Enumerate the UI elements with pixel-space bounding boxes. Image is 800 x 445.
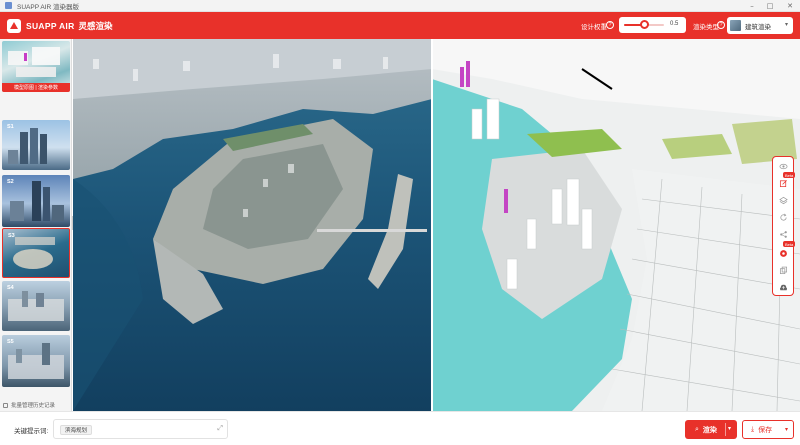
- thumbnail-s4[interactable]: S4: [2, 281, 70, 331]
- download-icon: ⤓: [751, 425, 755, 433]
- chevron-down-icon[interactable]: ▾: [728, 425, 731, 432]
- thumbnail-s5[interactable]: S5: [2, 335, 70, 387]
- thumbnail-s2[interactable]: S2: [2, 175, 70, 227]
- thumbnail-s1[interactable]: S1: [2, 120, 70, 170]
- share-icon[interactable]: [778, 229, 789, 240]
- history-sidebar: 模型原图 | 渲染参数 S1 S2 S3 S4 S5: [0, 39, 72, 411]
- model-thumbnail-art: [8, 47, 60, 77]
- thumbnail-number: S2: [7, 179, 14, 185]
- layers-icon[interactable]: [778, 195, 789, 206]
- render-style-value: 建筑渲染: [745, 23, 771, 31]
- checkbox-icon: [3, 402, 8, 408]
- brand-subtitle: 灵感渲染: [78, 20, 113, 31]
- save-button-label: 保存: [758, 426, 773, 434]
- design-weight-label: 设计权重: [581, 24, 607, 31]
- help-icon[interactable]: ?: [606, 21, 614, 29]
- maximize-icon[interactable]: □: [761, 0, 779, 12]
- slider-handle[interactable]: [639, 20, 649, 29]
- edit-icon[interactable]: [778, 178, 789, 189]
- app-icon: [5, 2, 12, 9]
- beta-badge: Beta: [783, 172, 796, 178]
- rendered-image: [73, 39, 432, 411]
- thumbnail-number: S4: [7, 285, 14, 291]
- model-image: [432, 39, 800, 411]
- batch-history-label: 批量管理历史记录: [11, 403, 56, 409]
- target-icon[interactable]: [778, 248, 789, 259]
- thumbnail-number: S5: [7, 339, 14, 345]
- batch-history-link[interactable]: 批量管理历史记录: [3, 401, 55, 409]
- render-style-select[interactable]: 建筑渲染 ▾: [727, 17, 793, 34]
- search-icon: ⌕: [695, 425, 699, 433]
- render-style-label: 渲染类型: [693, 24, 719, 31]
- thumbnail-s3[interactable]: S3: [2, 228, 70, 278]
- slider-value: 0.5: [670, 21, 679, 27]
- beta-badge: Beta: [783, 241, 796, 247]
- thumbnail-number: S3: [8, 233, 15, 239]
- upload-icon[interactable]: [778, 282, 789, 293]
- window-title: SUAPP AIR 渲染器版: [17, 3, 80, 11]
- compare-divider[interactable]: [431, 39, 433, 411]
- thumbnail-model-original[interactable]: 模型原图 | 渲染参数: [2, 41, 70, 92]
- keyword-tag[interactable]: 滨海规划: [60, 425, 93, 435]
- window-titlebar: SUAPP AIR 渲染器版 – □ ✕: [0, 0, 800, 12]
- chevron-down-icon[interactable]: ▾: [785, 426, 788, 433]
- logo-icon: [7, 18, 21, 33]
- close-icon[interactable]: ✕: [781, 0, 799, 12]
- refresh-icon[interactable]: [778, 212, 789, 223]
- eye-icon[interactable]: [778, 161, 789, 172]
- bottom-bar: 关键提示词: 滨海规划 ⤢ ⌕ 渲染 ▾ ⤓ 保存 ▾: [0, 411, 800, 445]
- save-button[interactable]: ⤓ 保存 ▾: [742, 420, 794, 439]
- brand-name: SUAPP AIR: [26, 20, 75, 31]
- keyword-input[interactable]: 滨海规划 ⤢: [53, 419, 228, 439]
- thumbnail-caption: 模型原图 | 渲染参数: [2, 83, 70, 92]
- render-button[interactable]: ⌕ 渲染 ▾: [685, 420, 737, 439]
- help-icon[interactable]: ?: [717, 21, 725, 29]
- thumbnail-number: S1: [7, 124, 14, 130]
- compare-canvas[interactable]: [73, 39, 800, 411]
- keyword-label: 关键提示词:: [14, 428, 49, 435]
- expand-icon[interactable]: ⤢: [217, 425, 223, 433]
- right-toolbar: Beta Beta: [772, 156, 796, 296]
- minimize-icon[interactable]: –: [743, 0, 761, 12]
- button-divider: [725, 423, 726, 436]
- chevron-down-icon: ▾: [784, 22, 788, 28]
- style-thumbnail: [730, 20, 741, 31]
- copy-icon[interactable]: [778, 265, 789, 276]
- design-weight-slider[interactable]: 0.5: [619, 17, 686, 33]
- render-button-label: 渲染: [702, 426, 717, 434]
